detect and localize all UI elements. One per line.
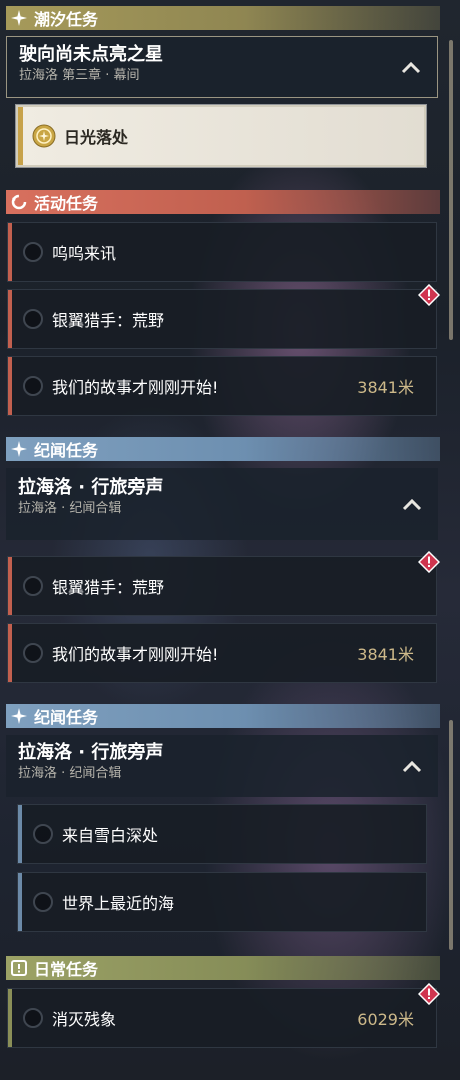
chevron-up-icon[interactable] [401, 60, 421, 74]
quest-radio[interactable] [33, 892, 53, 912]
quest-radio[interactable] [23, 643, 43, 663]
quest-row[interactable]: 银翼猎手：荒野 [7, 284, 440, 349]
scrollbar[interactable] [449, 720, 453, 950]
section-header-chronicle: 纪闻任务 [6, 437, 440, 461]
quest-label: 我们的故事才刚刚开始! [52, 645, 219, 664]
chapter-subtitle: 拉海洛 · 纪闻合辑 [18, 501, 122, 516]
quest-radio[interactable] [23, 309, 43, 329]
quest-radio[interactable] [23, 1008, 43, 1028]
row-stripe [8, 290, 12, 348]
alert-diamond-icon [418, 551, 440, 573]
chapter-subtitle: 拉海洛 第三章 · 幕间 [19, 68, 140, 83]
sparkle-icon [10, 9, 28, 27]
section-header-daily: 日常任务 [6, 956, 440, 980]
quest-label: 呜呜来讯 [52, 244, 117, 263]
quest-radio[interactable] [33, 824, 53, 844]
quest-label: 银翼猎手：荒野 [52, 578, 165, 597]
section-title: 潮汐任务 [34, 10, 99, 29]
chapter-header-chronicle[interactable]: 拉海洛 · 行旅旁声 拉海洛 · 纪闻合辑 [6, 735, 438, 797]
section-title: 日常任务 [34, 960, 99, 979]
quest-label: 来自雪白深处 [62, 826, 159, 845]
row-stripe [8, 624, 12, 682]
quest-label: 银翼猎手：荒野 [52, 311, 165, 330]
chapter-title: 驶向尚未点亮之星 [19, 44, 163, 65]
quest-distance: 3841米 [357, 645, 414, 664]
section-header-tide: 潮汐任务 [6, 6, 440, 30]
row-stripe [18, 873, 22, 931]
quest-row[interactable]: 我们的故事才刚刚开始! 3841米 [7, 356, 437, 416]
refresh-icon [10, 193, 28, 211]
row-stripe [8, 989, 12, 1047]
quest-label: 消灭残象 [52, 1010, 117, 1029]
quest-distance: 6029米 [357, 1010, 414, 1029]
quest-label: 世界上最近的海 [62, 894, 175, 913]
row-stripe [8, 557, 12, 615]
quest-row[interactable]: 我们的故事才刚刚开始! 3841米 [7, 623, 437, 683]
exclamation-box-icon [10, 959, 28, 977]
sparkle-icon [10, 440, 28, 458]
section-title: 纪闻任务 [34, 708, 99, 727]
section-title: 活动任务 [34, 194, 99, 213]
quest-row[interactable]: 世界上最近的海 [17, 872, 427, 932]
alert-diamond-icon [418, 983, 440, 1005]
quest-row[interactable]: 来自雪白深处 [17, 804, 427, 864]
quest-radio[interactable] [23, 376, 43, 396]
quest-row[interactable]: 呜呜来讯 [7, 222, 437, 282]
alert-diamond-icon [418, 284, 440, 306]
chevron-up-icon[interactable] [402, 759, 422, 773]
chapter-title: 拉海洛 · 行旅旁声 [18, 742, 164, 763]
quest-label: 日光落处 [64, 128, 129, 147]
quest-row[interactable]: 消灭残象 6029米 [7, 983, 440, 1048]
section-header-event: 活动任务 [6, 190, 440, 214]
chapter-header-chronicle[interactable]: 拉海洛 · 行旅旁声 拉海洛 · 纪闻合辑 [6, 468, 438, 540]
chapter-header-tide[interactable]: 驶向尚未点亮之星 拉海洛 第三章 · 幕间 [6, 36, 438, 98]
quest-label: 我们的故事才刚刚开始! [52, 378, 219, 397]
chapter-title: 拉海洛 · 行旅旁声 [18, 477, 164, 498]
tracked-quest-icon [32, 124, 56, 148]
quest-radio[interactable] [23, 242, 43, 262]
chevron-up-icon[interactable] [402, 497, 422, 511]
quest-radio[interactable] [23, 576, 43, 596]
section-header-chronicle: 纪闻任务 [6, 704, 440, 728]
scrollbar[interactable] [449, 40, 453, 340]
section-title: 纪闻任务 [34, 441, 99, 460]
row-stripe [18, 805, 22, 863]
row-stripe [18, 107, 23, 165]
sparkle-icon [10, 707, 28, 725]
row-stripe [8, 357, 12, 415]
chapter-subtitle: 拉海洛 · 纪闻合辑 [18, 766, 122, 781]
quest-row-selected[interactable]: 日光落处 [16, 105, 426, 167]
row-stripe [8, 223, 12, 281]
quest-row[interactable]: 银翼猎手：荒野 [7, 551, 440, 616]
quest-distance: 3841米 [357, 378, 414, 397]
